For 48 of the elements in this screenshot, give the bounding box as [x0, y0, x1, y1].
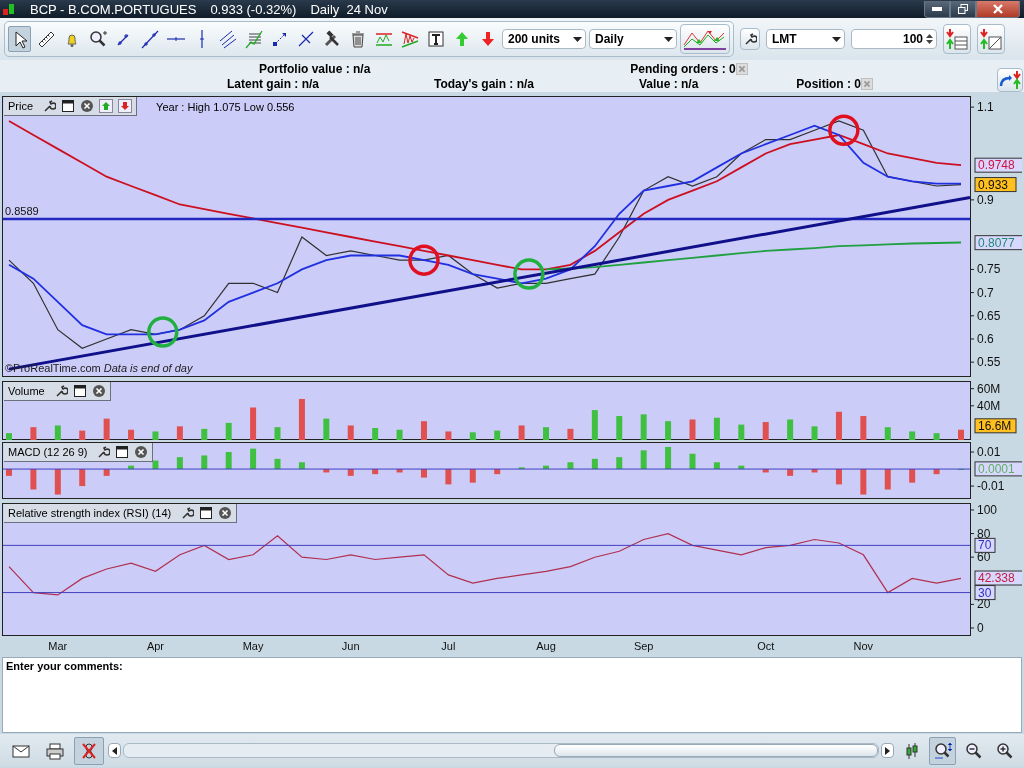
axis-label: Aug: [536, 640, 556, 652]
panel-title: Relative strength index (RSI) (14): [8, 507, 172, 519]
axis-label: 0.55: [977, 355, 1001, 370]
axis-label: 1.1: [977, 100, 994, 115]
axis-label: Oct: [757, 640, 775, 652]
axis-label: 60: [977, 550, 991, 565]
axis-label: Nov: [853, 640, 874, 652]
axis-label: 0.9: [977, 192, 994, 207]
value-label: 30: [974, 585, 996, 601]
axis-label: Jul: [441, 640, 456, 652]
value-text: Value : n/a: [639, 76, 699, 91]
axis-label: 0.01: [977, 445, 1001, 460]
portfolio-value-text: Portfolio value : n/a: [259, 61, 371, 76]
axis-label: 0: [977, 621, 984, 635]
value-label: 0.8077: [974, 235, 1022, 251]
axis-label: 0.75: [977, 262, 1001, 277]
value-label: 0.933: [974, 177, 1017, 193]
panel-title: Volume: [8, 385, 45, 397]
axis-label: 0.65: [977, 308, 1001, 323]
panel-title: Price: [8, 100, 34, 112]
axis-label: 0.7: [977, 285, 994, 300]
line-label: 0.8589: [5, 204, 39, 217]
axis-label: 0.6: [977, 332, 994, 346]
position-text: Position : 0: [796, 76, 862, 91]
axis-label: -0.01: [977, 479, 1005, 494]
axis-label: May: [242, 640, 264, 652]
year-range-text: Year : High 1.075 Low 0.556: [156, 100, 295, 113]
value-label: 0.9748: [974, 157, 1022, 173]
window-title: BCP - B.COM.PORTUGUES: [30, 1, 197, 17]
axis-label: Mar: [48, 640, 68, 652]
axis-label: Jun: [341, 640, 360, 652]
value-label: 70: [974, 537, 996, 553]
comments-label: Enter your comments:: [5, 659, 124, 674]
value-label: 0.0001: [974, 461, 1022, 477]
panel-title: MACD (12 26 9): [8, 446, 88, 458]
quote-text: 0.933 (-0.32%): [210, 1, 297, 17]
axis-label: 60M: [977, 381, 1001, 396]
axis-label: 40M: [977, 398, 1001, 413]
todays-gain-text: Today's gain : n/a: [434, 76, 534, 91]
axis-label: Apr: [146, 640, 164, 652]
period-text: Daily 24 Nov: [310, 1, 388, 17]
value-label: 16.6M: [974, 418, 1017, 434]
credit-text: ©ProRealTime.com Data is end of day: [5, 362, 193, 374]
axis-label: 100: [977, 503, 998, 517]
latent-gain-text: Latent gain : n/a: [227, 76, 319, 91]
value-label: 42.338: [974, 570, 1022, 586]
pending-orders-text: Pending orders : 0: [630, 61, 736, 76]
axis-label: Sep: [633, 640, 654, 652]
